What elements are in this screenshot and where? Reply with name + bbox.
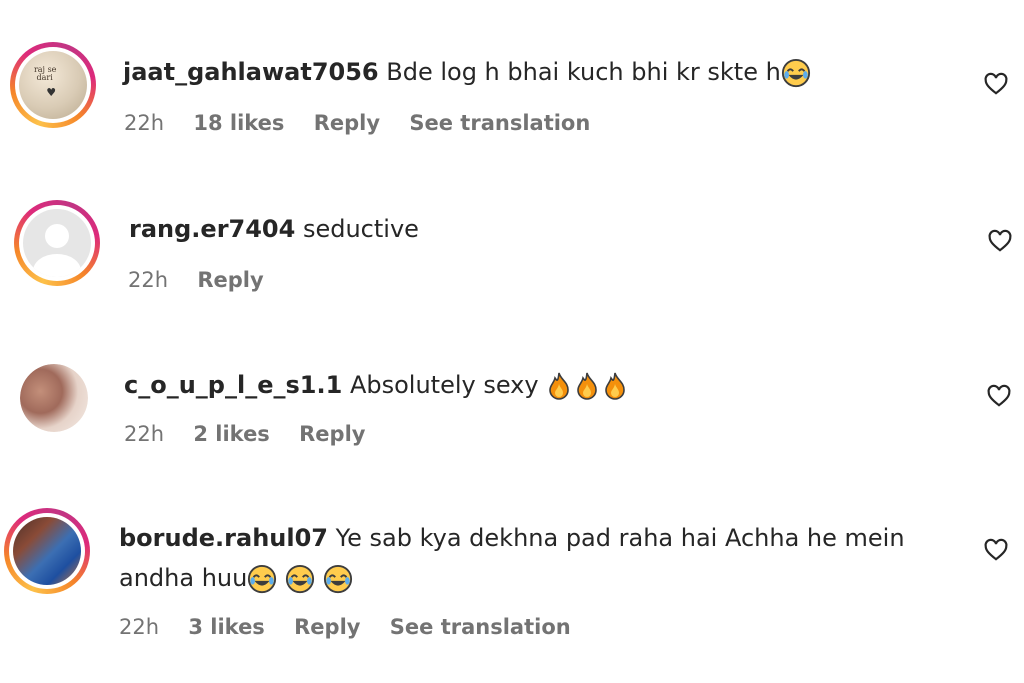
see-translation-button[interactable]: See translation <box>390 615 571 639</box>
comment-text-line-2: andha huu <box>119 559 353 597</box>
timestamp: 22h <box>119 615 160 639</box>
timestamp: 22h <box>124 111 165 135</box>
likes-count[interactable]: 18 likes <box>193 111 284 135</box>
like-heart-icon[interactable] <box>987 228 1013 254</box>
comment-text: Ye sab kya dekhna pad raha hai Achha he … <box>335 524 905 552</box>
fire-emoji-icon <box>605 372 626 400</box>
comment-text-line: borude.rahul07 Ye sab kya dekhna pad rah… <box>119 519 905 557</box>
reply-button[interactable]: Reply <box>299 422 365 446</box>
reply-button[interactable]: Reply <box>197 268 263 292</box>
laughing-emoji-icon <box>285 564 315 594</box>
comment-text: Bde log h bhai kuch bhi kr skte h <box>386 58 781 86</box>
comment-text-line: jaat_gahlawat7056 Bde log h bhai kuch bh… <box>123 53 811 91</box>
username[interactable]: borude.rahul07 <box>119 524 328 552</box>
comment-text: Absolutely sexy <box>349 371 539 399</box>
username[interactable]: jaat_gahlawat7056 <box>123 58 379 86</box>
likes-count[interactable]: 3 likes <box>188 615 264 639</box>
default-avatar-head <box>44 223 70 249</box>
username[interactable]: rang.er7404 <box>129 215 295 243</box>
laughing-emoji-icon <box>248 564 277 594</box>
avatar[interactable] <box>20 364 88 432</box>
timestamp: 22h <box>128 268 169 292</box>
timestamp: 22h <box>124 422 165 446</box>
username[interactable]: c_o_u_p_l_e_s1.1 <box>124 371 342 399</box>
avatar-photo <box>20 364 88 432</box>
comment-text-continued: andha huu <box>119 564 248 592</box>
avatar: raj se dari ♥ <box>19 51 87 119</box>
see-translation-button[interactable]: See translation <box>409 111 590 135</box>
like-heart-icon[interactable] <box>983 71 1009 97</box>
comment-meta: 22h 2 likes Reply <box>124 422 387 446</box>
comment-text-line: c_o_u_p_l_e_s1.1 Absolutely sexy <box>124 366 630 404</box>
avatar-placeholder <box>23 209 91 277</box>
comment-text: seductive <box>302 215 419 243</box>
default-avatar-body <box>33 253 81 277</box>
comment-meta: 22h 3 likes Reply See translation <box>119 615 593 639</box>
reply-button[interactable]: Reply <box>294 615 360 639</box>
reply-button[interactable]: Reply <box>314 111 380 135</box>
like-heart-icon[interactable] <box>986 383 1012 409</box>
avatar-story-ring[interactable] <box>14 200 100 286</box>
laughing-emoji-icon <box>323 564 352 594</box>
laughing-emoji-icon <box>781 58 810 88</box>
like-heart-icon[interactable] <box>983 537 1009 563</box>
likes-count[interactable]: 2 likes <box>193 422 269 446</box>
comment-meta: 22h Reply <box>128 268 286 292</box>
fire-emoji-icon <box>549 372 570 400</box>
avatar <box>13 517 81 585</box>
fire-emoji-icon <box>577 372 598 400</box>
avatar-story-ring[interactable]: raj se dari ♥ <box>10 42 96 128</box>
avatar-story-ring[interactable] <box>4 508 90 594</box>
heart-doodle-icon: ♥ <box>46 86 57 100</box>
avatar-text: raj se dari <box>33 64 57 82</box>
comment-text-line: rang.er7404 seductive <box>129 210 419 248</box>
comment-meta: 22h 18 likes Reply See translation <box>124 111 612 135</box>
